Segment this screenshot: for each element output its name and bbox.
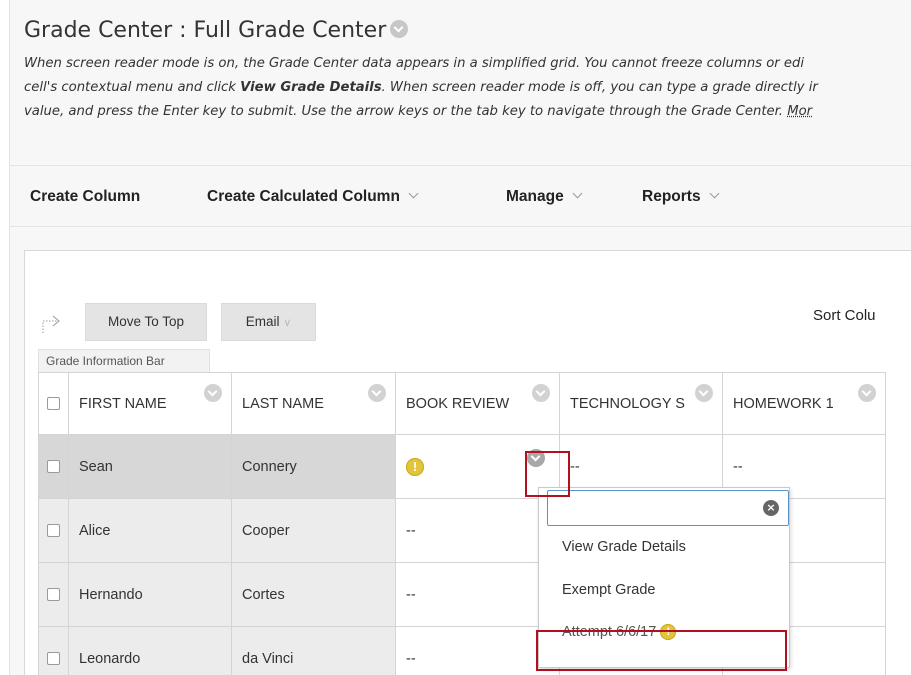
create-column-button[interactable]: Create Column — [30, 188, 140, 206]
book-review-cell[interactable]: -- — [395, 626, 560, 675]
row-checkbox[interactable] — [47, 588, 60, 602]
chevron-down-icon — [408, 188, 419, 199]
column-header-book-review[interactable]: BOOK REVIEW — [395, 372, 560, 435]
first-name-cell: Sean — [68, 434, 232, 499]
first-name-cell: Alice — [68, 498, 232, 563]
column-header-last-name[interactable]: LAST NAME — [231, 372, 396, 435]
clear-icon[interactable]: × — [763, 500, 779, 516]
row-checkbox[interactable] — [47, 652, 60, 666]
column-menu-chevron-icon[interactable] — [532, 384, 550, 402]
select-all-checkbox[interactable] — [47, 397, 60, 411]
chevron-down-icon — [572, 188, 583, 199]
sort-columns-label[interactable]: Sort Colu — [813, 307, 876, 324]
chevron-down-icon: ∨ — [283, 317, 292, 329]
page-title: Grade Center : Full Grade Center — [24, 18, 409, 43]
description-line-3: value, and press the Enter key to submit… — [24, 104, 813, 119]
description-line-2: cell's contextual menu and click View Gr… — [24, 80, 818, 95]
row-select-cell — [38, 434, 69, 499]
menu-item-attempt[interactable]: Attempt 6/6/17 ! — [562, 624, 677, 641]
column-menu-chevron-icon[interactable] — [858, 384, 876, 402]
last-name-cell: da Vinci — [231, 626, 396, 675]
last-name-cell: Cortes — [231, 562, 396, 627]
cell-context-menu: × View Grade Details Exempt Grade Attemp… — [538, 487, 790, 668]
manage-menu[interactable]: Manage — [506, 188, 583, 206]
reports-menu[interactable]: Reports — [642, 188, 720, 206]
column-menu-chevron-icon[interactable] — [368, 384, 386, 402]
needs-grading-alert-icon: ! — [406, 457, 424, 476]
last-name-cell: Connery — [231, 434, 396, 499]
row-select-cell — [38, 626, 69, 675]
book-review-cell[interactable]: -- — [395, 498, 560, 563]
column-header-technology[interactable]: TECHNOLOGY S — [559, 372, 723, 435]
column-menu-chevron-icon[interactable] — [695, 384, 713, 402]
row-checkbox[interactable] — [47, 524, 60, 538]
column-header-homework-1[interactable]: HOMEWORK 1 — [722, 372, 886, 435]
more-help-link[interactable]: Mor — [787, 104, 812, 119]
row-select-cell — [38, 498, 69, 563]
table-header-row: FIRST NAME LAST NAME BOOK REVIEW TECHNOL… — [38, 372, 886, 435]
column-header-first-name[interactable]: FIRST NAME — [68, 372, 232, 435]
first-name-cell: Hernando — [68, 562, 232, 627]
move-to-top-button[interactable]: Move To Top — [85, 303, 207, 341]
title-options-chevron-icon[interactable] — [390, 20, 409, 38]
menu-search-input[interactable]: × — [547, 490, 789, 526]
page-title-text: Grade Center : Full Grade Center — [24, 18, 387, 43]
book-review-cell[interactable]: ! — [395, 434, 560, 499]
view-grade-details-emphasis: View Grade Details — [240, 80, 382, 95]
action-bar: Create Column Create Calculated Column M… — [10, 166, 911, 226]
menu-item-view-grade-details[interactable]: View Grade Details — [562, 539, 686, 555]
divider — [10, 226, 911, 227]
column-menu-chevron-icon[interactable] — [204, 384, 222, 402]
email-button[interactable]: Email ∨ — [221, 303, 316, 341]
needs-grading-alert-icon: ! — [660, 624, 677, 641]
page-description: When screen reader mode is on, the Grade… — [24, 52, 904, 124]
chevron-down-icon — [709, 188, 720, 199]
description-line-1: When screen reader mode is on, the Grade… — [24, 56, 805, 71]
menu-item-exempt-grade[interactable]: Exempt Grade — [562, 582, 656, 598]
grade-information-bar: Grade Information Bar — [38, 349, 210, 372]
row-select-cell — [38, 562, 69, 627]
select-all-cell — [38, 372, 69, 435]
select-all-arrow-icon — [42, 315, 60, 333]
last-name-cell: Cooper — [231, 498, 396, 563]
first-name-cell: Leonardo — [68, 626, 232, 675]
row-checkbox[interactable] — [47, 460, 60, 474]
book-review-cell[interactable]: -- — [395, 562, 560, 627]
create-calculated-column-menu[interactable]: Create Calculated Column — [207, 188, 419, 206]
cell-menu-chevron-icon[interactable] — [527, 449, 545, 467]
